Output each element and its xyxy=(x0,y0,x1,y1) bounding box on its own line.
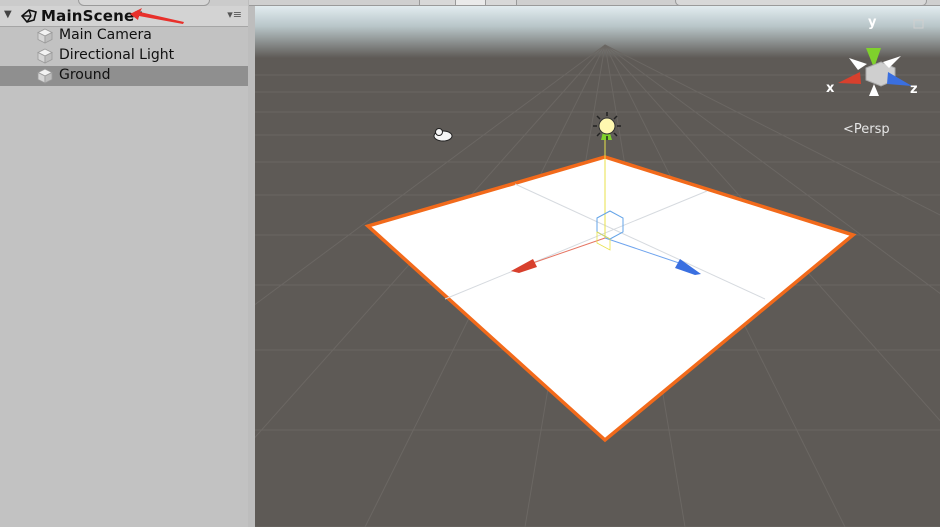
gizmo-x-label: x xyxy=(826,81,835,96)
toolbar-button[interactable] xyxy=(485,0,517,6)
projection-label: Persp xyxy=(853,122,890,137)
toolbar-button[interactable] xyxy=(455,0,487,6)
gameobject-cube-icon xyxy=(37,48,53,64)
hierarchy-item-label: Directional Light xyxy=(59,47,175,63)
annotation-arrow-icon xyxy=(130,8,184,24)
hierarchy-item-ground[interactable]: Ground xyxy=(0,66,248,86)
scene-toolbar xyxy=(249,0,940,6)
hierarchy-item-main-camera[interactable]: Main Camera xyxy=(0,26,248,46)
hierarchy-panel: ▼ MainScene* ▾≡ Main Camera Directional … xyxy=(0,0,249,527)
options-menu-icon[interactable]: ▾≡ xyxy=(227,8,242,21)
hierarchy-item-label: Main Camera xyxy=(59,27,152,43)
unity-logo-icon xyxy=(20,9,37,23)
scene-sky xyxy=(255,0,940,58)
scene-canvas[interactable]: y x z xyxy=(255,0,940,527)
gizmo-y-label: y xyxy=(868,15,877,30)
scene-header-row[interactable]: ▼ MainScene* ▾≡ xyxy=(0,6,248,27)
scene-search-field[interactable] xyxy=(675,0,927,6)
scene-view[interactable]: y x z <Persp xyxy=(255,0,940,527)
toolbar-button[interactable] xyxy=(419,0,457,6)
gizmo-z-label: z xyxy=(910,82,918,97)
projection-toggle[interactable]: <Persp xyxy=(843,122,890,137)
foldout-arrow-icon[interactable]: ▼ xyxy=(4,9,12,20)
hierarchy-item-label: Ground xyxy=(59,67,111,83)
hierarchy-item-directional-light[interactable]: Directional Light xyxy=(0,46,248,66)
gameobject-cube-icon xyxy=(37,28,53,44)
gameobject-cube-icon xyxy=(37,68,53,84)
